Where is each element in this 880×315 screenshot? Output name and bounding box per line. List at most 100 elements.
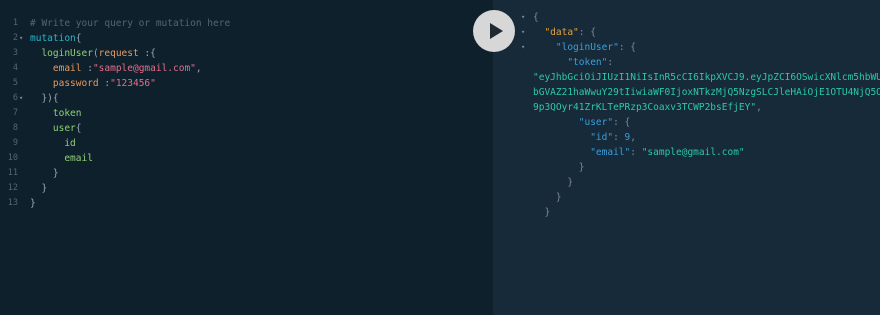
result-text: "loginUser": { — [533, 40, 636, 55]
editor-line[interactable]: 2 ▾ mutation{ — [0, 31, 493, 46]
result-line: ▾ "data": { — [493, 25, 880, 40]
line-number: 4 — [12, 63, 18, 73]
code-token: loginUser — [41, 48, 93, 59]
fold-arrow-icon[interactable]: ▾ — [521, 25, 525, 40]
code-token: :{ — [138, 48, 156, 59]
result-viewer: ▾{▾ "data": {▾ "loginUser": { "token": "e… — [493, 0, 880, 315]
fold-arrow-icon[interactable]: ▾ — [521, 40, 525, 55]
code-token: : — [81, 63, 93, 74]
result-text: } — [533, 175, 573, 190]
line-number: 6 — [12, 93, 18, 103]
result-line: ▾{ — [493, 10, 880, 25]
code-text: }){ — [30, 91, 59, 106]
json-token: "data" — [544, 27, 579, 38]
editor-line[interactable]: 7 token — [0, 106, 493, 121]
code-token: { — [75, 33, 82, 44]
editor-line[interactable]: 5 password :"123456" — [0, 76, 493, 91]
result-line: bGVAZ21haWwuY29tIiwiaWF0IjoxNTkzMjQ5NzgS… — [493, 85, 880, 100]
code-text: email :"sample@gmail.com", — [30, 61, 202, 76]
code-token: } — [30, 198, 36, 209]
editor-line[interactable]: 8 user{ — [0, 121, 493, 136]
query-editor[interactable]: 1 # Write your query or mutation here 2 ▾ mu… — [0, 0, 493, 315]
editor-line[interactable]: 4 email :"sample@gmail.com", — [0, 61, 493, 76]
json-token: "user" — [578, 117, 614, 128]
graphql-playground: 1 # Write your query or mutation here 2 ▾ mu… — [0, 0, 880, 315]
result-text: "id": 9, — [533, 130, 636, 145]
line-number: 7 — [12, 108, 18, 118]
json-token: bGVAZ21haWwuY29tIiwiaWF0IjoxNTkzMjQ5NzgS… — [533, 87, 880, 98]
result-line: "token": — [493, 55, 880, 70]
result-line: "user": { — [493, 115, 880, 130]
result-line: } — [493, 190, 880, 205]
editor-line[interactable]: 13} — [0, 196, 493, 211]
json-token: } — [533, 207, 551, 218]
editor-line[interactable]: 12 } — [0, 181, 493, 196]
code-text: } — [30, 196, 36, 211]
code-text: # Write your query or mutation here — [30, 16, 230, 31]
fold-arrow-icon[interactable]: ▾ — [19, 91, 23, 106]
result-text: } — [533, 190, 562, 205]
json-token: , — [630, 132, 637, 143]
code-text: } — [30, 166, 59, 181]
json-token: : — [630, 147, 642, 158]
editor-line[interactable]: 11 } — [0, 166, 493, 181]
result-text: "eyJhbGciOiJIUzI1NiIsInR5cCI6IkpXVCJ9.ey… — [533, 70, 880, 85]
json-token: : — [613, 132, 625, 143]
code-token: request — [98, 48, 139, 59]
code-text: loginUser(request :{ — [30, 46, 156, 61]
result-text: "token": — [533, 55, 613, 70]
editor-line[interactable]: 3 loginUser(request :{ — [0, 46, 493, 61]
result-text: "user": { — [533, 115, 631, 130]
editor-line[interactable]: 10 email — [0, 151, 493, 166]
code-token: }){ — [30, 93, 59, 104]
json-token: , — [756, 102, 762, 113]
fold-arrow-icon[interactable]: ▾ — [521, 10, 525, 25]
code-token: id — [64, 138, 76, 149]
result-line: "id": 9, — [493, 130, 880, 145]
result-text: 9p3QOyr41ZrKLTePRzp3Coaxv3TCWP2bsEfjEY", — [533, 100, 762, 115]
json-token: "id" — [590, 132, 614, 143]
json-token: "loginUser" — [555, 42, 619, 53]
code-token: "sample@gmail.com" — [92, 63, 196, 74]
code-token: # Write your query or mutation here — [30, 18, 231, 29]
line-number: 9 — [12, 138, 18, 148]
line-number: 8 — [12, 123, 18, 133]
json-token: } — [533, 177, 574, 188]
json-token: { — [533, 12, 539, 23]
code-token: token — [52, 108, 82, 119]
code-text: id — [30, 136, 76, 151]
code-token: mutation — [30, 33, 76, 44]
code-token: password — [52, 78, 99, 89]
editor-line[interactable]: 6 ▾ }){ — [0, 91, 493, 106]
editor-line[interactable]: 9 id — [0, 136, 493, 151]
json-token: 9p3QOyr41ZrKLTePRzp3Coaxv3TCWP2bsEfjEY" — [533, 102, 757, 113]
code-token: : — [98, 78, 111, 89]
json-token: : { — [613, 117, 631, 128]
code-text: token — [30, 106, 82, 121]
line-number: 2 — [12, 33, 18, 43]
code-token: } — [30, 183, 48, 194]
line-number: 1 — [12, 18, 18, 28]
run-query-button[interactable] — [473, 10, 515, 52]
code-text: password :"123456" — [30, 76, 156, 91]
editor-line[interactable]: 1 # Write your query or mutation here — [0, 16, 493, 31]
code-token: user — [52, 123, 76, 134]
json-token: : { — [618, 42, 636, 53]
json-token: "eyJhbGciOiJIUzI1NiIsInR5cCI6IkpXVCJ9.ey… — [533, 72, 880, 83]
code-token: , — [195, 63, 202, 74]
fold-arrow-icon[interactable]: ▾ — [19, 31, 23, 46]
code-token: email — [52, 63, 82, 74]
code-text: user{ — [30, 121, 82, 136]
json-token: "email" — [590, 147, 631, 158]
result-line: 9p3QOyr41ZrKLTePRzp3Coaxv3TCWP2bsEfjEY", — [493, 100, 880, 115]
result-line: } — [493, 175, 880, 190]
result-text: bGVAZ21haWwuY29tIiwiaWF0IjoxNTkzMjQ5NzgS… — [533, 85, 880, 100]
result-text: "data": { — [533, 25, 596, 40]
code-text: } — [30, 181, 47, 196]
